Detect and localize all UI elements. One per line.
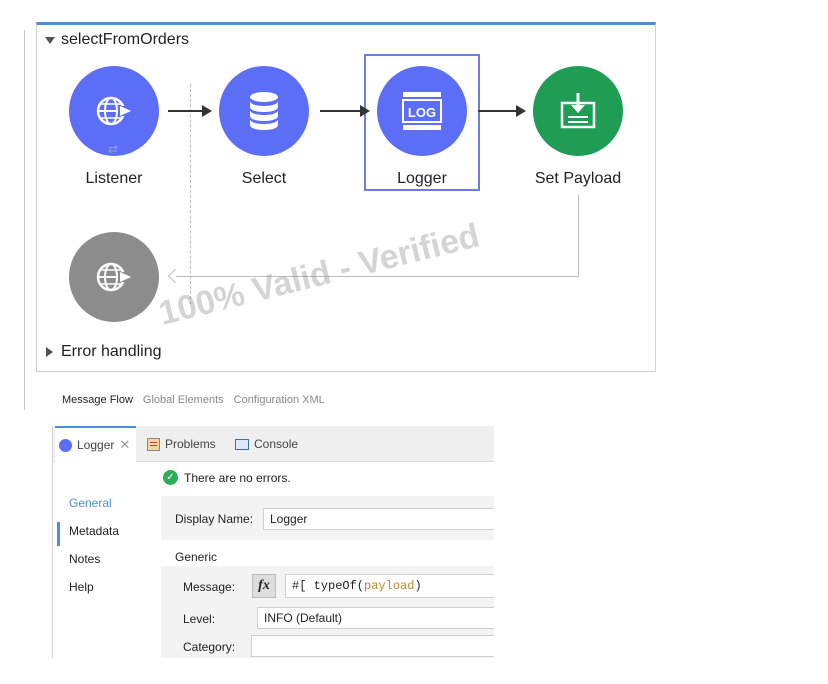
display-name-input[interactable]: Logger xyxy=(263,508,494,530)
flow-node-select[interactable]: Select xyxy=(214,66,314,188)
side-nav-general[interactable]: General xyxy=(69,496,112,510)
globe-arrow-icon xyxy=(96,96,132,126)
flow-node-label: Listener xyxy=(85,170,143,187)
check-icon: ✓ xyxy=(163,470,178,485)
category-input[interactable] xyxy=(251,635,494,657)
problems-icon xyxy=(147,437,160,451)
error-handling-section[interactable]: Error handling xyxy=(46,343,162,361)
connector-arrow xyxy=(168,105,212,117)
tab-label: Console xyxy=(254,437,299,451)
expression-keyword: payload xyxy=(364,579,415,593)
category-label: Category: xyxy=(183,640,236,654)
status-row: ✓ There are no errors. xyxy=(163,470,291,485)
side-nav: General Metadata Notes Help xyxy=(53,462,153,658)
flow-node-logger[interactable]: LOG Logger xyxy=(372,66,472,188)
flow-node-label: Set Payload xyxy=(534,170,622,187)
status-text: There are no errors. xyxy=(184,470,291,485)
message-expression-input[interactable]: #[ typeOf(payload) xyxy=(285,574,494,598)
tab-configuration-xml[interactable]: Configuration XML xyxy=(234,394,325,406)
tab-logger[interactable]: Logger ✕ xyxy=(55,426,137,462)
connector-arrow xyxy=(320,105,370,117)
collapse-triangle-icon[interactable] xyxy=(45,36,55,44)
connector-arrow xyxy=(478,105,526,117)
set-payload-icon xyxy=(560,93,596,129)
editor-tab-bar: Logger ✕ Problems Console xyxy=(53,426,494,462)
close-icon[interactable]: ✕ xyxy=(119,437,130,453)
fx-button[interactable]: fx xyxy=(252,574,276,598)
left-divider xyxy=(24,30,25,410)
tab-problems[interactable]: Problems xyxy=(147,426,216,462)
return-path xyxy=(578,195,579,277)
level-label: Level: xyxy=(183,612,216,626)
side-nav-help[interactable]: Help xyxy=(69,580,94,594)
globe-arrow-icon xyxy=(96,262,132,292)
side-nav-metadata[interactable]: Metadata xyxy=(69,524,119,538)
tab-label: Problems xyxy=(165,437,216,451)
database-icon xyxy=(250,92,278,130)
side-nav-notes[interactable]: Notes xyxy=(69,552,100,566)
tab-message-flow[interactable]: Message Flow xyxy=(62,394,133,406)
error-handling-label: Error handling xyxy=(61,343,162,360)
source-divider xyxy=(190,84,191,304)
view-tabs: Message Flow Global Elements Configurati… xyxy=(62,394,325,406)
flow-name: selectFromOrders xyxy=(61,31,190,48)
console-icon xyxy=(235,438,249,450)
flow-node-listener[interactable]: Listener xyxy=(64,66,164,188)
display-name-label: Display Name: xyxy=(175,512,254,526)
flow-node-label: Logger xyxy=(397,170,447,187)
log-icon-text: LOG xyxy=(408,105,436,120)
tab-label: Logger xyxy=(77,438,115,452)
return-path xyxy=(176,276,579,277)
message-label: Message: xyxy=(183,580,236,594)
expand-triangle-icon[interactable] xyxy=(46,347,53,357)
properties-editor: Logger ✕ Problems Console General Metada… xyxy=(52,426,494,658)
log-icon: LOG xyxy=(402,92,442,130)
tab-console[interactable]: Console xyxy=(235,426,298,462)
tab-global-elements[interactable]: Global Elements xyxy=(143,394,224,406)
response-circle[interactable] xyxy=(69,232,159,322)
flow-node-response[interactable] xyxy=(64,232,164,322)
expression-prefix: #[ typeOf( xyxy=(292,579,365,593)
logger-circle[interactable]: LOG xyxy=(377,66,467,156)
expression-suffix: ) xyxy=(414,579,422,593)
level-select[interactable]: INFO (Default) xyxy=(257,607,494,629)
active-indicator xyxy=(57,522,60,546)
flow-header[interactable]: selectFromOrders xyxy=(45,31,189,49)
select-circle[interactable] xyxy=(219,66,309,156)
logger-dot-icon xyxy=(59,438,72,452)
flow-node-label: Select xyxy=(241,170,287,187)
set-payload-circle[interactable] xyxy=(533,66,623,156)
generic-heading: Generic xyxy=(175,550,218,564)
flow-node-set-payload[interactable]: Set Payload xyxy=(528,66,628,188)
sync-arrows-icon: ⇄ xyxy=(108,142,119,156)
